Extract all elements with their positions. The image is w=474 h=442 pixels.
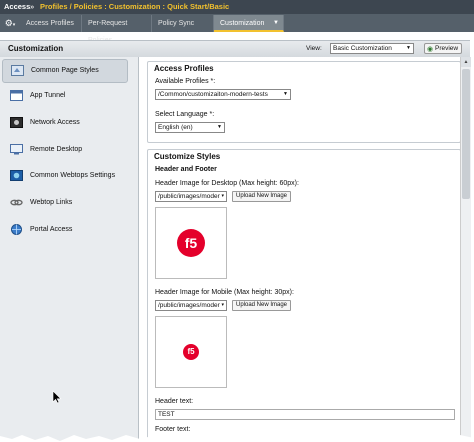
- sidebar-item-portal-access[interactable]: Portal Access: [2, 219, 126, 241]
- upload-button-label: Upload New Image: [235, 302, 288, 308]
- tab-label: Customization: [220, 20, 265, 27]
- language-value: English (en): [158, 124, 193, 131]
- access-profiles-title: Access Profiles: [154, 64, 214, 73]
- app-tunnel-icon: [10, 90, 23, 101]
- desktop-image-label: Header Image for Desktop (Max height: 60…: [155, 180, 299, 187]
- torn-edge: [0, 435, 474, 442]
- available-profiles-label: Available Profiles *:: [155, 78, 216, 85]
- sidebar-item-label: Network Access: [30, 119, 80, 126]
- tab-per-request-policies[interactable]: Per-Request Policies: [82, 15, 152, 44]
- chevron-down-icon: ▾: [221, 193, 224, 199]
- f5-logo: f5: [177, 229, 205, 257]
- page-title: Customization: [8, 44, 64, 53]
- network-access-icon: [10, 117, 23, 128]
- sidebar-item-remote-desktop[interactable]: Remote Desktop: [2, 139, 126, 161]
- breadcrumb: Access » Profiles / Policies : Customiza…: [0, 0, 474, 14]
- sidebar-item-label: Common Page Styles: [31, 67, 99, 74]
- available-profiles-select[interactable]: /Common/customizaiton-modern-tests ▼: [155, 89, 291, 100]
- sidebar-item-label: Common Webtops Settings: [30, 172, 116, 179]
- breadcrumb-root[interactable]: Access: [4, 0, 30, 14]
- view-label: View:: [306, 45, 322, 52]
- view-select[interactable]: Basic Customization ▼: [330, 43, 414, 54]
- select-language-label: Select Language *:: [155, 111, 215, 118]
- main-content: Access Profiles Available Profiles *: /C…: [139, 57, 460, 442]
- preview-icon: ◉: [427, 46, 434, 53]
- chevron-down-icon: ▼: [283, 91, 288, 97]
- desktop-image-preview: f5: [155, 207, 227, 279]
- tab-label: Access Profiles: [26, 20, 74, 27]
- upload-mobile-image-button[interactable]: Upload New Image: [232, 300, 291, 311]
- sidebar-item-network-access[interactable]: Network Access: [2, 112, 126, 134]
- sidebar-item-common-webtops-settings[interactable]: Common Webtops Settings: [2, 165, 126, 187]
- tab-access-profiles[interactable]: Access Profiles: [20, 15, 82, 32]
- page-styles-icon: [11, 65, 24, 76]
- desktop-image-select[interactable]: /public/images/moder ▾: [155, 191, 227, 202]
- header-text-input[interactable]: TEST: [155, 409, 455, 420]
- customize-styles-title: Customize Styles: [154, 152, 221, 161]
- tab-label: Policy Sync: [158, 20, 195, 27]
- sidebar-item-label: Webtop Links: [30, 199, 73, 206]
- mobile-image-select[interactable]: /public/images/moder ▾: [155, 300, 227, 311]
- f5-logo: f5: [183, 344, 199, 360]
- preview-label: Preview: [435, 45, 459, 52]
- upload-button-label: Upload New Image: [235, 193, 288, 199]
- sidebar-item-common-page-styles[interactable]: Common Page Styles: [2, 59, 128, 83]
- sidebar-item-app-tunnel[interactable]: App Tunnel: [2, 85, 126, 107]
- chevron-down-icon[interactable]: ▼: [273, 15, 279, 32]
- customization-header: Customization View: Basic Customization …: [0, 40, 470, 58]
- mobile-image-label: Header Image for Mobile (Max height: 30p…: [155, 289, 294, 296]
- content-scrollbar[interactable]: ▲: [460, 57, 471, 442]
- portal-access-icon: [11, 224, 22, 235]
- webtop-settings-icon: [10, 170, 23, 181]
- remote-desktop-icon: [10, 144, 23, 155]
- view-select-value: Basic Customization: [333, 45, 392, 52]
- header-text-value: TEST: [158, 411, 175, 418]
- mobile-image-preview: f5: [155, 316, 227, 388]
- breadcrumb-path[interactable]: Profiles / Policies : Customization : Qu…: [40, 0, 229, 14]
- chevron-down-icon: ▼: [406, 45, 411, 51]
- sidebar-item-label: Portal Access: [30, 226, 73, 233]
- mobile-image-path: /public/images/moder: [158, 302, 220, 309]
- sidebar-item-label: Remote Desktop: [30, 146, 83, 153]
- tab-customization[interactable]: Customization ▼: [214, 15, 284, 32]
- customize-styles-panel: Customize Styles Header and Footer Heade…: [147, 149, 460, 442]
- sidebar: Common Page Styles App Tunnel Network Ac…: [0, 57, 139, 442]
- mouse-cursor-icon: [52, 390, 62, 404]
- webtop-links-icon: [10, 199, 23, 206]
- gear-icon[interactable]: ⚙▾: [2, 16, 18, 30]
- sidebar-item-webtop-links[interactable]: Webtop Links: [2, 192, 126, 214]
- header-footer-section-title: Header and Footer: [155, 166, 217, 173]
- scrollbar-thumb[interactable]: [462, 69, 470, 199]
- header-text-label: Header text:: [155, 398, 194, 405]
- access-profiles-panel: Access Profiles Available Profiles *: /C…: [147, 61, 460, 143]
- chevron-down-icon: ▼: [217, 124, 222, 130]
- desktop-image-path: /public/images/moder: [158, 193, 220, 200]
- scroll-up-icon[interactable]: ▲: [461, 57, 471, 67]
- upload-desktop-image-button[interactable]: Upload New Image: [232, 191, 291, 202]
- sidebar-item-label: App Tunnel: [30, 92, 66, 99]
- preview-button[interactable]: ◉ Preview: [424, 43, 462, 54]
- language-select[interactable]: English (en) ▼: [155, 122, 225, 133]
- tab-policy-sync[interactable]: Policy Sync: [152, 15, 214, 32]
- available-profiles-value: /Common/customizaiton-modern-tests: [158, 91, 268, 98]
- breadcrumb-separator: »: [30, 2, 35, 11]
- chevron-down-icon: ▾: [221, 302, 224, 308]
- tab-bar: ⚙▾ Access Profiles Per-Request Policies …: [0, 14, 474, 44]
